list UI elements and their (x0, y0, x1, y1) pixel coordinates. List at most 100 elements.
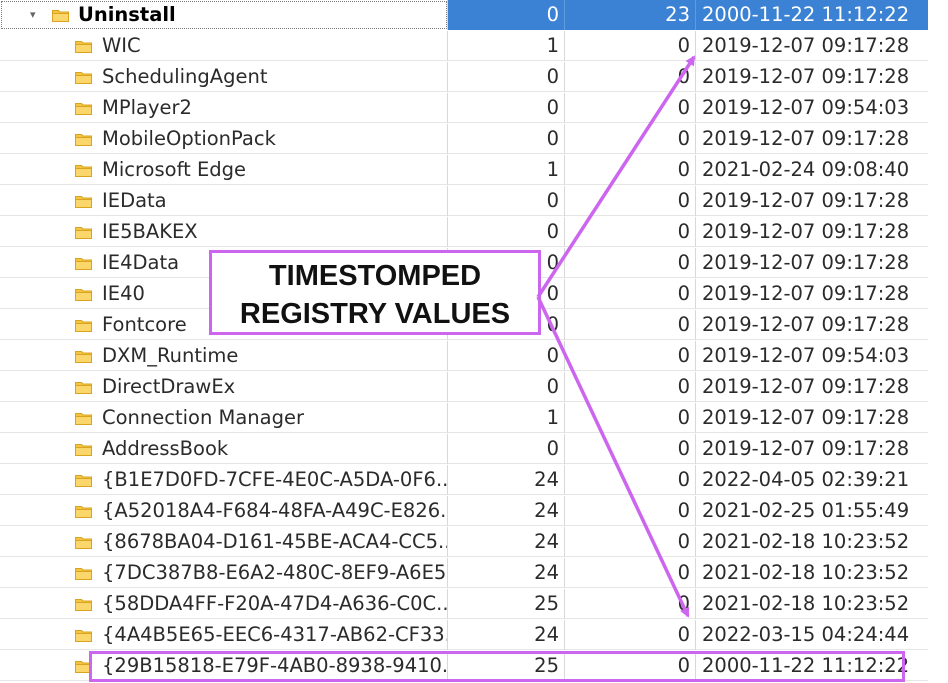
folder-icon (75, 629, 92, 642)
value-count-cell: 1 (448, 155, 565, 185)
chevron-down-icon[interactable]: ▾ (30, 0, 42, 30)
last-write-time-cell: 2019-12-07 09:17:28 (702, 437, 910, 460)
tree-row[interactable]: MPlayer2 0 0 2019-12-07 09:54:03 (0, 93, 928, 123)
tree-row[interactable]: IE5BAKEX 0 0 2019-12-07 09:17:28 (0, 217, 928, 247)
key-name-label: WIC (102, 34, 141, 57)
value-count-cell: 0 (448, 217, 565, 247)
last-write-time-cell: 2019-12-07 09:17:28 (702, 220, 910, 243)
key-name-label: {29B15818-E79F-4AB0-8938-9410... (102, 654, 448, 677)
subkey-count-cell: 0 (565, 62, 696, 92)
key-name-label: AddressBook (102, 437, 229, 460)
tree-row[interactable]: {A52018A4-F684-48FA-A49C-E826... 24 0 2021-… (0, 496, 928, 526)
subkey-count-cell: 0 (565, 372, 696, 402)
key-name-label: MPlayer2 (102, 96, 192, 119)
subkey-count-cell: 0 (565, 403, 696, 433)
key-name-cell[interactable]: MPlayer2 (0, 93, 448, 123)
value-count-cell: 24 (448, 496, 565, 526)
tree-row[interactable]: {29B15818-E79F-4AB0-8938-9410... 25 0 2000-… (0, 651, 928, 681)
last-write-time-cell: 2019-12-07 09:17:28 (702, 313, 910, 336)
subkey-count-cell: 0 (565, 93, 696, 123)
key-name-cell[interactable]: {58DDA4FF-F20A-47D4-A636-C0C... (0, 589, 448, 619)
key-name-cell[interactable]: WIC (0, 31, 448, 61)
tree-row[interactable]: DXM_Runtime 0 0 2019-12-07 09:54:03 (0, 341, 928, 371)
key-name-cell[interactable]: DXM_Runtime (0, 341, 448, 371)
key-name-cell[interactable]: {7DC387B8-E6A2-480C-8EF9-A6E5... (0, 558, 448, 588)
tree-row[interactable]: SchedulingAgent 0 0 2019-12-07 09:17:28 (0, 62, 928, 92)
tree-row-selected[interactable]: ▾ Uninstall 0 23 2000-11-22 11:12:22 (0, 0, 928, 30)
value-count-cell: 25 (448, 651, 565, 681)
key-name-cell[interactable]: Microsoft Edge (0, 155, 448, 185)
key-name-label: {58DDA4FF-F20A-47D4-A636-C0C... (102, 592, 448, 615)
tree-row[interactable]: {8678BA04-D161-45BE-ACA4-CC5... 24 0 2021-0… (0, 527, 928, 557)
last-write-time-cell: 2019-12-07 09:17:28 (702, 127, 910, 150)
key-name-cell[interactable]: DirectDrawEx (0, 372, 448, 402)
key-name-cell[interactable]: Connection Manager (0, 403, 448, 433)
value-count-cell: 0 (448, 124, 565, 154)
key-name-label: DirectDrawEx (102, 375, 236, 398)
subkey-count-cell: 0 (565, 186, 696, 216)
key-name-cell[interactable]: SchedulingAgent (0, 62, 448, 92)
key-name-cell[interactable]: MobileOptionPack (0, 124, 448, 154)
tree-row[interactable]: {B1E7D0FD-7CFE-4E0C-A5DA-0F6... 24 0 2022-0… (0, 465, 928, 495)
folder-icon (75, 660, 92, 673)
key-name-cell[interactable]: {4A4B5E65-EEC6-4317-AB62-CF33... (0, 620, 448, 650)
callout-line-2: REGISTRY VALUES (239, 298, 511, 330)
tree-row[interactable]: AddressBook 0 0 2019-12-07 09:17:28 (0, 434, 928, 464)
subkey-count-cell: 0 (565, 527, 696, 557)
folder-icon (75, 505, 92, 518)
folder-icon (75, 598, 92, 611)
tree-row[interactable]: Microsoft Edge 1 0 2021-02-24 09:08:40 (0, 155, 928, 185)
subkey-count-cell: 0 (565, 465, 696, 495)
key-name-label: IE4Data (102, 251, 180, 274)
subkey-count-cell: 0 (565, 155, 696, 185)
key-name-cell[interactable]: {B1E7D0FD-7CFE-4E0C-A5DA-0F6... (0, 465, 448, 495)
tree-row[interactable]: MobileOptionPack 0 0 2019-12-07 09:17:28 (0, 124, 928, 154)
value-count-cell: 24 (448, 527, 565, 557)
value-count-cell: 1 (448, 31, 565, 61)
folder-icon (52, 9, 69, 22)
last-write-time-cell: 2000-11-22 11:12:22 (702, 3, 910, 26)
key-name-label: IE40 (102, 282, 145, 305)
tree-row[interactable]: WIC 1 0 2019-12-07 09:17:28 (0, 31, 928, 61)
last-write-time-cell: 2000-11-22 11:12:22 (702, 654, 910, 677)
last-write-time-cell: 2021-02-25 01:55:49 (702, 499, 910, 522)
key-name-cell[interactable]: {29B15818-E79F-4AB0-8938-9410... (0, 651, 448, 681)
key-name-cell[interactable]: {A52018A4-F684-48FA-A49C-E826... (0, 496, 448, 526)
key-name-cell[interactable]: AddressBook (0, 434, 448, 464)
key-name-cell[interactable]: IEData (0, 186, 448, 216)
key-name-label: Fontcore (102, 313, 187, 336)
last-write-time-cell: 2019-12-07 09:17:28 (702, 34, 910, 57)
tree-row[interactable]: {7DC387B8-E6A2-480C-8EF9-A6E5... 24 0 2021-… (0, 558, 928, 588)
folder-icon (75, 443, 92, 456)
subkey-count-cell: 0 (565, 496, 696, 526)
key-name-label: IE5BAKEX (102, 220, 198, 243)
value-count-cell: 24 (448, 558, 565, 588)
last-write-time-cell: 2019-12-07 09:54:03 (702, 344, 910, 367)
last-write-time-cell: 2021-02-18 10:23:52 (702, 530, 910, 553)
subkey-count-cell: 0 (565, 620, 696, 650)
value-count-cell: 0 (448, 372, 565, 402)
key-name-cell[interactable]: {8678BA04-D161-45BE-ACA4-CC5... (0, 527, 448, 557)
subkey-count-cell: 0 (565, 279, 696, 309)
key-name-label: {4A4B5E65-EEC6-4317-AB62-CF33... (102, 623, 448, 646)
value-count-cell: 0 (448, 0, 565, 30)
subkey-count-cell: 0 (565, 310, 696, 340)
tree-row[interactable]: DirectDrawEx 0 0 2019-12-07 09:17:28 (0, 372, 928, 402)
tree-row[interactable]: IEData 0 0 2019-12-07 09:17:28 (0, 186, 928, 216)
key-name-label: {B1E7D0FD-7CFE-4E0C-A5DA-0F6... (102, 468, 448, 491)
subkey-count-cell: 0 (565, 341, 696, 371)
subkey-count-cell: 0 (565, 558, 696, 588)
last-write-time-cell: 2019-12-07 09:17:28 (702, 375, 910, 398)
last-write-time-cell: 2022-03-15 04:24:44 (702, 623, 910, 646)
subkey-count-cell: 0 (565, 589, 696, 619)
key-name-label: DXM_Runtime (102, 344, 239, 367)
folder-icon (75, 195, 92, 208)
tree-row[interactable]: {58DDA4FF-F20A-47D4-A636-C0C... 25 0 2021-0… (0, 589, 928, 619)
last-write-time-cell: 2019-12-07 09:17:28 (702, 406, 910, 429)
key-name-cell[interactable]: IE5BAKEX (0, 217, 448, 247)
tree-row[interactable]: {4A4B5E65-EEC6-4317-AB62-CF33... 24 0 2022-… (0, 620, 928, 650)
callout-line-1: TIMESTOMPED (268, 260, 482, 292)
tree-row[interactable]: Connection Manager 1 0 2019-12-07 09:17:28 (0, 403, 928, 433)
key-name-cell[interactable]: ▾ Uninstall (0, 0, 448, 30)
folder-icon (75, 102, 92, 115)
